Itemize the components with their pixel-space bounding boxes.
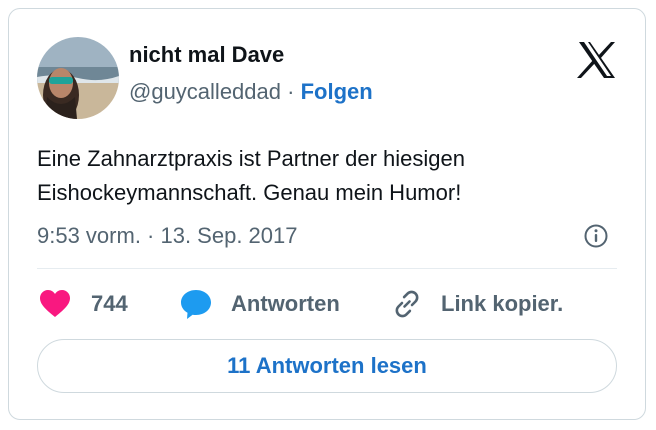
read-replies-button[interactable]: 11 Antworten lesen — [37, 339, 617, 393]
reply-button[interactable]: Antworten — [179, 287, 340, 321]
post-text: Eine Zahnarztpraxis ist Partner der hies… — [37, 142, 597, 210]
like-count: 744 — [91, 291, 128, 316]
link-icon — [391, 288, 423, 320]
reply-label: Antworten — [231, 291, 340, 316]
info-icon[interactable] — [583, 223, 609, 249]
avatar-photo — [37, 37, 119, 119]
separator-dot: · — [287, 79, 295, 104]
speech-bubble-icon — [179, 288, 213, 320]
embedded-post-card: nicht mal Dave @guycalleddad · Folgen Ei… — [8, 8, 646, 420]
heart-icon — [39, 289, 71, 319]
copy-link-button[interactable]: Link kopier. — [391, 287, 563, 321]
post-text-line: Eishockeymannschaft. Genau mein Humor! — [37, 180, 462, 205]
x-logo-icon[interactable] — [577, 41, 617, 79]
like-button[interactable]: 744 — [39, 287, 128, 321]
post-timestamp[interactable]: 9:53 vorm. · 13. Sep. 2017 — [37, 221, 298, 251]
author-name[interactable]: nicht mal Dave — [129, 41, 284, 69]
copy-link-label: Link kopier. — [441, 291, 564, 316]
author-handle[interactable]: @guycalleddad — [129, 79, 281, 104]
author-handle-row: @guycalleddad · Folgen — [129, 78, 373, 106]
avatar[interactable] — [37, 37, 119, 119]
post-text-line: Eine Zahnarztpraxis ist Partner der hies… — [37, 146, 465, 171]
follow-button[interactable]: Folgen — [301, 79, 373, 104]
divider — [37, 268, 617, 269]
